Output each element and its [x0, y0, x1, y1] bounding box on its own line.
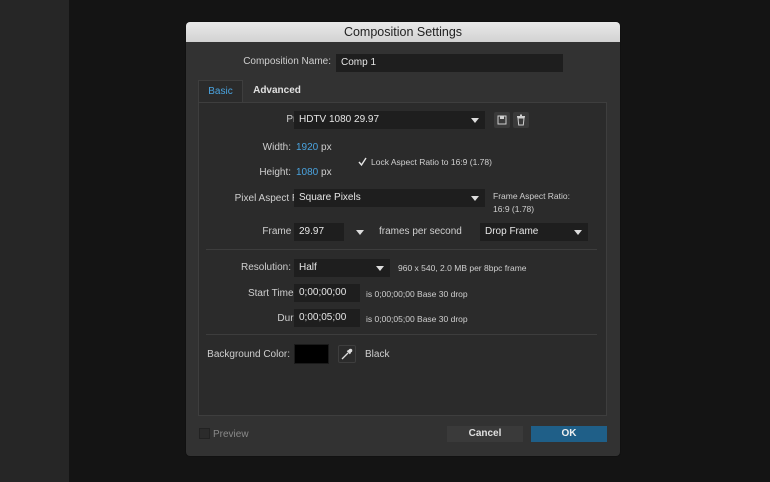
- eyedropper-icon: [341, 348, 353, 360]
- drop-frame-value: Drop Frame: [485, 226, 539, 237]
- trash-icon: [517, 114, 525, 126]
- separator: [206, 334, 597, 335]
- pixel-aspect-value: Square Pixels: [299, 192, 361, 203]
- resolution-value: Half: [299, 262, 317, 273]
- width-field[interactable]: 1920 px: [296, 142, 332, 153]
- start-timecode-info: is 0;00;00;00 Base 30 drop: [366, 289, 468, 299]
- cancel-button[interactable]: Cancel: [447, 426, 523, 442]
- height-field[interactable]: 1080 px: [296, 167, 332, 178]
- resolution-info: 960 x 540, 2.0 MB per 8bpc frame: [398, 263, 527, 273]
- dialog-title: Composition Settings: [186, 22, 620, 42]
- lock-aspect-label: Lock Aspect Ratio to 16:9 (1.78): [371, 157, 492, 167]
- height-value[interactable]: 1080: [296, 167, 318, 178]
- chevron-down-icon: [574, 230, 582, 235]
- chevron-down-icon: [471, 118, 479, 123]
- preset-dropdown[interactable]: HDTV 1080 29.97: [294, 111, 485, 129]
- pixel-aspect-dropdown[interactable]: Square Pixels: [294, 189, 485, 207]
- save-preset-icon: [497, 115, 507, 125]
- bg-color-name: Black: [365, 349, 390, 360]
- preview-label: Preview: [213, 429, 249, 440]
- bg-color-swatch[interactable]: [294, 344, 329, 364]
- frame-rate-input[interactable]: 29.97: [294, 223, 344, 241]
- comp-name-label: Composition Name:: [243, 56, 331, 67]
- ok-button[interactable]: OK: [531, 426, 607, 442]
- bg-color-label: Background Color:: [207, 349, 290, 360]
- delete-preset-button[interactable]: [513, 112, 529, 128]
- composition-settings-dialog: Composition Settings Composition Name: C…: [186, 22, 620, 456]
- frame-aspect-label: Frame Aspect Ratio:: [493, 191, 571, 201]
- resolution-dropdown[interactable]: Half: [294, 259, 390, 277]
- preset-value: HDTV 1080 29.97: [299, 114, 380, 125]
- comp-name-input[interactable]: Comp 1: [336, 54, 563, 72]
- chevron-down-icon: [471, 196, 479, 201]
- tab-advanced[interactable]: Advanced: [245, 80, 309, 102]
- height-label: Height:: [259, 167, 291, 178]
- preview-checkbox[interactable]: [199, 428, 210, 439]
- duration-info: is 0;00;05;00 Base 30 drop: [366, 314, 468, 324]
- separator: [206, 249, 597, 250]
- width-value[interactable]: 1920: [296, 142, 318, 153]
- frame-aspect-value: 16:9 (1.78): [493, 204, 535, 214]
- frames-per-second-label: frames per second: [379, 226, 462, 237]
- width-label: Width:: [262, 142, 291, 153]
- drop-frame-dropdown[interactable]: Drop Frame: [480, 223, 588, 241]
- start-timecode-input[interactable]: 0;00;00;00: [294, 284, 360, 302]
- left-panel-background: [0, 0, 69, 482]
- eyedropper-button[interactable]: [338, 345, 356, 363]
- width-unit: px: [321, 142, 332, 153]
- basic-settings-panel: [198, 102, 607, 416]
- resolution-label: Resolution:: [240, 262, 291, 273]
- chevron-down-icon: [376, 266, 384, 271]
- tab-basic[interactable]: Basic: [198, 80, 243, 102]
- duration-input[interactable]: 0;00;05;00: [294, 309, 360, 327]
- height-unit: px: [321, 167, 332, 178]
- lock-aspect-checkbox[interactable]: [358, 154, 367, 172]
- chevron-down-icon: [356, 230, 364, 235]
- checkmark-icon: [358, 157, 367, 167]
- save-preset-button[interactable]: [494, 112, 510, 128]
